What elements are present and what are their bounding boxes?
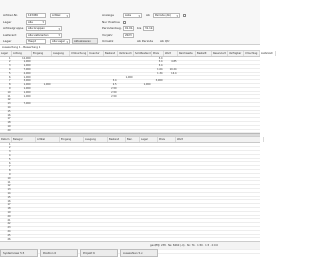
column-header[interactable]: Bestand [108, 137, 126, 142]
filter-label-periodenbeg: Periodenbeg. [102, 26, 122, 30]
vorjahr-input[interactable]: 2023 [123, 32, 134, 38]
column-header[interactable]: Preis [152, 51, 164, 56]
column-header[interactable]: Lager [0, 51, 12, 56]
filter-label-anzeige: Anzeige [102, 13, 114, 17]
column-header[interactable]: Reserviert [212, 51, 228, 56]
bottom-grid[interactable]: Datum Belegnr. Artikel Eingang Ausgang Bestan… [0, 136, 264, 254]
filter-label-lieferant: Lieferant [3, 32, 17, 37]
section-label: Auswertung 1 - Bewertung 1 [2, 44, 41, 49]
column-header[interactable]: Eingang [60, 137, 84, 142]
top-grid[interactable]: Lager Anfang Eingang Ausgang Umbuchung Invent… [0, 50, 276, 138]
column-header[interactable]: Reichweite [178, 51, 196, 56]
tab-position[interactable]: Position 6 [40, 249, 78, 257]
periode-ab-select[interactable]: Periode (Ab) [153, 13, 180, 18]
periode-bis-input[interactable]: 31.12. [143, 26, 154, 31]
artikelgruppe-select[interactable]: Alle Gruppen [26, 26, 62, 31]
filter-label-bis: bis [137, 26, 142, 30]
table-cell [176, 249, 263, 253]
filter-label-umsatz: Umsatz [102, 39, 114, 43]
column-header[interactable]: Soll-Bestand [134, 51, 152, 56]
filter-label-ab-periode: Ab Periode [137, 39, 154, 43]
filter-label-artikel: Artikel-Nr. [3, 13, 18, 17]
tab-systemview[interactable]: Systemview 5.5 [0, 249, 38, 257]
column-header[interactable]: Umschlag [244, 51, 260, 56]
filter-label-ab-qtr: Ab Qtr [160, 39, 170, 43]
column-header[interactable]: Datum [0, 137, 12, 142]
artikel-type-select[interactable]: Artikel [50, 13, 70, 18]
column-header[interactable]: Wert [176, 137, 264, 142]
table-cell [158, 249, 175, 253]
periode-von-input[interactable]: 01.01. [123, 26, 134, 31]
column-header[interactable]: Umbuchung [70, 51, 88, 56]
column-header[interactable]: Ausgang [84, 137, 108, 142]
refresh-button[interactable]: Aktualisieren [72, 38, 98, 44]
status-bar: gauf/MJ: 238 · Ns: 8460 (-4) · Sk: 7b · … [0, 241, 260, 249]
column-header[interactable]: Bez. [126, 137, 140, 142]
alle-lager-select[interactable]: Alle Lager [50, 39, 70, 44]
column-header[interactable]: Bestand [104, 51, 118, 56]
filter-checkbox-0[interactable] [183, 14, 186, 17]
filter-label-lager-2: Lager [3, 39, 12, 43]
lager-select[interactable]: Alle [26, 19, 46, 25]
artikel-input[interactable]: 123456 [26, 13, 46, 18]
column-header[interactable]: Verfügbar [228, 51, 244, 56]
nur-positive-checkbox[interactable] [123, 20, 126, 24]
filter-label-artikelgruppe: Artikelgruppe [3, 26, 24, 30]
column-header[interactable]: Bestellt [196, 51, 212, 56]
column-header[interactable]: Ausgang [52, 51, 70, 56]
column-header[interactable]: Belegnr. [12, 137, 36, 142]
column-header[interactable]: Wert [164, 51, 178, 56]
column-header[interactable]: Lieferzeit [260, 51, 276, 56]
column-header[interactable]: Verbrauch [118, 51, 134, 56]
filter-panel: Artikel-Nr. 123456 Artikel Anzeige Liste… [0, 0, 260, 45]
column-header[interactable]: Lager [140, 137, 158, 142]
table-cell [260, 133, 275, 137]
filter-label-nur-positive: Nur Positive [102, 19, 120, 24]
column-header[interactable]: Artikel [36, 137, 60, 142]
lager-input-2[interactable]: Haupt [26, 39, 46, 44]
filter-label-lager: Lager [3, 19, 12, 24]
tab-auswahlen[interactable]: Auswahlen 5.x [120, 249, 158, 257]
status-text: gauf/MJ: 238 · Ns: 8460 (-4) · Sk: 7b · … [150, 244, 219, 247]
column-header[interactable]: Anfang [12, 51, 32, 56]
column-header[interactable]: Inventur [88, 51, 104, 56]
lieferant-select[interactable]: Alle Lieferanten [26, 32, 62, 38]
column-header[interactable]: Preis [158, 137, 176, 142]
tab-projekt[interactable]: Projekt 6 [80, 249, 118, 257]
anzeige-select[interactable]: Liste [123, 13, 142, 18]
filter-label-vorjahr: Vorjahr [102, 32, 113, 37]
column-header[interactable]: Eingang [32, 51, 52, 56]
filter-label-ab: Ab [146, 13, 150, 17]
